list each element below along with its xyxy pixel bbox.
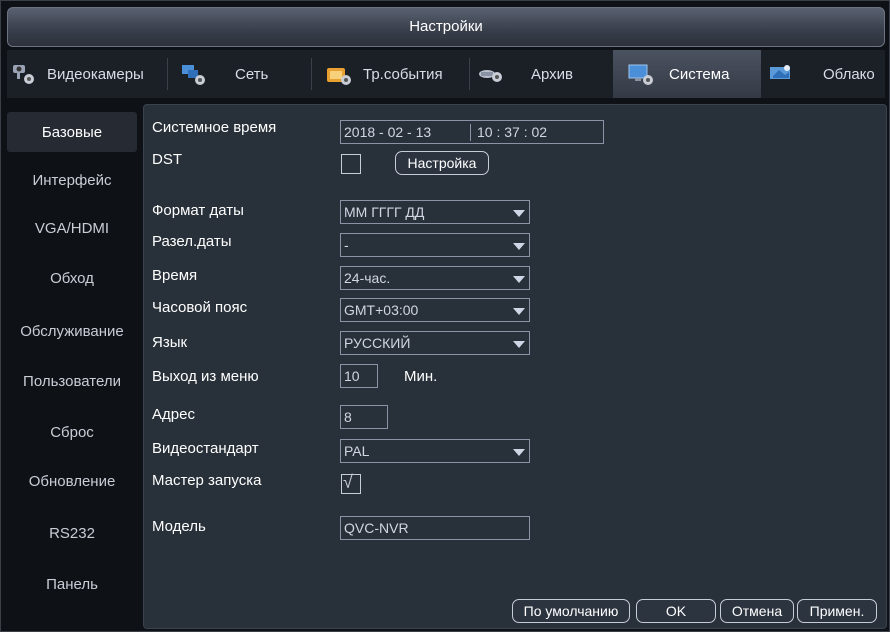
- storage-icon: [477, 62, 505, 86]
- timezone-label: Часовой пояс: [152, 299, 248, 316]
- sidebar: Базовые Интерфейс VGA/HDMI Обход Обслужи…: [7, 104, 137, 625]
- tab-label: Система: [669, 65, 730, 83]
- window-title: Настройки: [409, 18, 483, 35]
- time-format-select[interactable]: 24-час.: [340, 266, 530, 290]
- sidebar-item-label: Пользователи: [23, 372, 121, 390]
- apply-button[interactable]: Примен.: [797, 599, 877, 623]
- startup-wizard-checkbox[interactable]: √: [341, 472, 361, 494]
- sidebar-item-label: Интерфейс: [32, 171, 112, 189]
- cancel-button[interactable]: Отмена: [720, 599, 794, 623]
- tab-label: Видеокамеры: [47, 65, 144, 83]
- menu-logout-label: Выход из меню: [152, 368, 259, 385]
- sidebar-item-label: Панель: [46, 575, 98, 593]
- date-time-divider: [470, 124, 471, 141]
- tab-label: Тр.события: [363, 65, 443, 83]
- tab-label: Архив: [531, 65, 574, 83]
- menu-logout-unit: Мин.: [404, 368, 438, 385]
- sidebar-item-basic[interactable]: Базовые: [7, 112, 137, 152]
- dst-checkbox[interactable]: [341, 154, 361, 174]
- time-format-value: 24-час.: [344, 270, 391, 286]
- timezone-select[interactable]: GMT+03:00: [340, 298, 530, 322]
- dst-settings-button[interactable]: Настройка: [395, 151, 489, 175]
- tab-system[interactable]: Система: [613, 50, 761, 98]
- sidebar-item-vga-hdmi[interactable]: VGA/HDMI: [7, 208, 137, 248]
- sidebar-item-interface[interactable]: Интерфейс: [7, 160, 137, 200]
- video-standard-label: Видеостандарт: [152, 440, 259, 457]
- address-label: Адрес: [152, 406, 195, 423]
- tab-label: Облако: [823, 65, 875, 83]
- startup-wizard-label: Мастер запуска: [152, 472, 262, 489]
- address-input[interactable]: 8: [340, 405, 388, 429]
- tab-cloud[interactable]: Облако: [767, 50, 885, 98]
- model-label: Модель: [152, 518, 206, 535]
- sidebar-item-panel[interactable]: Панель: [7, 564, 137, 604]
- system-time-label: Системное время: [152, 119, 277, 136]
- timezone-value: GMT+03:00: [344, 302, 419, 318]
- model-field: QVC-NVR: [340, 516, 530, 540]
- sidebar-item-users[interactable]: Пользователи: [7, 361, 137, 401]
- sidebar-item-update[interactable]: Обновление: [7, 461, 137, 501]
- date-format-label: Формат даты: [152, 202, 244, 219]
- alarm-event-icon: [325, 62, 353, 86]
- tab-events[interactable]: Тр.события: [325, 50, 465, 98]
- tab-divider: [167, 58, 168, 90]
- system-date-value[interactable]: 2018 - 02 - 13: [344, 121, 431, 143]
- ok-button[interactable]: OK: [636, 599, 716, 623]
- language-select[interactable]: РУССКИЙ: [340, 331, 530, 355]
- time-format-label: Время: [152, 267, 198, 284]
- tab-divider: [469, 58, 470, 90]
- address-value: 8: [344, 409, 352, 425]
- language-value: РУССКИЙ: [344, 335, 411, 351]
- sidebar-item-label: Обновление: [28, 472, 116, 490]
- sidebar-item-label: Базовые: [41, 123, 103, 141]
- video-standard-select[interactable]: PAL: [340, 439, 530, 463]
- title-bar: Настройки: [7, 7, 885, 47]
- cloud-icon: [767, 62, 795, 86]
- system-time-field[interactable]: 2018 - 02 - 13 10 : 37 : 02: [340, 120, 604, 144]
- tab-divider: [311, 58, 312, 90]
- date-format-value: ММ ГГГГ ДД: [344, 204, 425, 220]
- tab-bar: Видеокамеры Сеть Тр.события Архив Систем…: [7, 50, 885, 98]
- sidebar-item-rs232[interactable]: RS232: [7, 513, 137, 553]
- menu-logout-input[interactable]: 10: [340, 364, 378, 388]
- sidebar-item-maintenance[interactable]: Обслуживание: [7, 311, 137, 351]
- system-time-value[interactable]: 10 : 37 : 02: [477, 121, 547, 143]
- sidebar-item-label: VGA/HDMI: [34, 219, 110, 237]
- sidebar-item-label: Обход: [50, 269, 94, 287]
- date-separator-select[interactable]: -: [340, 233, 530, 257]
- system-icon: [627, 62, 655, 86]
- tab-storage[interactable]: Архив: [477, 50, 607, 98]
- tab-label: Сеть: [235, 65, 269, 83]
- model-value: QVC-NVR: [344, 520, 409, 536]
- settings-panel: Системное время 2018 - 02 - 13 10 : 37 :…: [143, 104, 887, 629]
- sidebar-item-label: Обслуживание: [20, 322, 124, 340]
- sidebar-item-label: Сброс: [50, 423, 94, 441]
- sidebar-item-tour[interactable]: Обход: [7, 258, 137, 298]
- dst-label: DST: [152, 151, 182, 168]
- menu-logout-value: 10: [344, 368, 360, 384]
- default-button[interactable]: По умолчанию: [512, 599, 630, 623]
- checkmark-icon: √: [343, 472, 353, 492]
- sidebar-item-reset[interactable]: Сброс: [7, 412, 137, 452]
- settings-window: Настройки Видеокамеры Сеть Тр.события Ар…: [0, 0, 890, 632]
- video-standard-value: PAL: [344, 443, 370, 459]
- camera-icon: [9, 62, 37, 86]
- language-label: Язык: [152, 334, 188, 351]
- sidebar-item-label: RS232: [49, 524, 95, 542]
- tab-cameras[interactable]: Видеокамеры: [9, 50, 159, 98]
- date-separator-label: Разел.даты: [152, 233, 232, 250]
- date-format-select[interactable]: ММ ГГГГ ДД: [340, 200, 530, 224]
- network-icon: [179, 62, 207, 86]
- tab-network[interactable]: Сеть: [179, 50, 309, 98]
- date-separator-value: -: [344, 237, 349, 253]
